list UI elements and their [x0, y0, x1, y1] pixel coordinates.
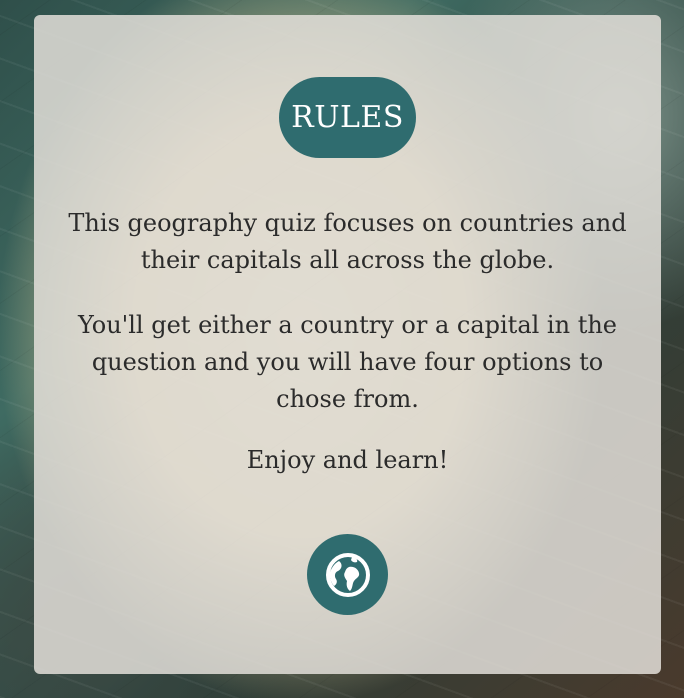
rules-paragraph-instructions: You'll get either a country or a capital…	[77, 311, 617, 413]
rules-card: RULES This geography quiz focuses on cou…	[34, 15, 661, 674]
rules-title: RULES	[279, 77, 416, 158]
globe-icon	[325, 552, 370, 597]
rules-paragraph-intro: This geography quiz focuses on countries…	[68, 209, 627, 274]
start-quiz-button[interactable]	[307, 534, 388, 615]
rules-paragraph-closing: Enjoy and learn!	[246, 446, 449, 474]
